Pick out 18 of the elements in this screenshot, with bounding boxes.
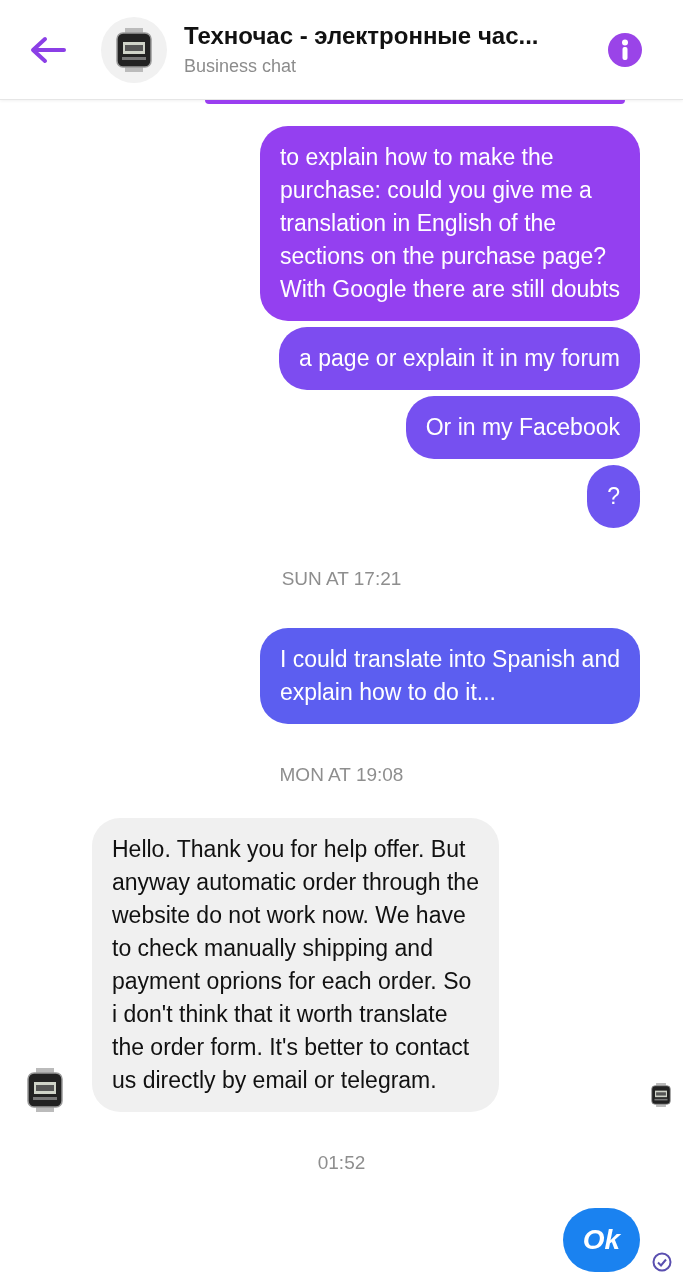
message-bubble: to explain how to make the purchase: could you give me a translation in English of the sections on the purchase page? With Google there are still doubts [259, 126, 640, 321]
timestamp: 01:52 [316, 1152, 367, 1174]
chat-title: Техночас - электронные час... [184, 22, 540, 50]
chat-subtitle: Business chat [184, 56, 298, 77]
watch-icon [114, 26, 154, 73]
back-arrow-icon [30, 35, 66, 64]
info-icon [607, 31, 643, 68]
message-bubble: a page or explain it in my forum [279, 327, 640, 390]
message-bubble: ? [587, 465, 640, 528]
message-bubble: Or in my Facebook [405, 396, 640, 459]
message-bubble: I could translate into Spanish and explain how to do it... [259, 628, 640, 724]
timestamp: SUN AT 17:21 [280, 568, 403, 590]
watch-icon [25, 1068, 65, 1112]
message-bubble: Hello. Thank you for help offer. But anyway automatic order through the website do not work now. We have to check manually shipping and payment oprions for each order. So i don't think that it worth translate the order form. It's better to contact us directly by email or telegram. [92, 818, 499, 1112]
info-button[interactable] [607, 31, 643, 68]
back-button[interactable] [30, 35, 66, 64]
timestamp: MON AT 19:08 [278, 764, 405, 786]
message-bubble: Ok [562, 1208, 640, 1272]
